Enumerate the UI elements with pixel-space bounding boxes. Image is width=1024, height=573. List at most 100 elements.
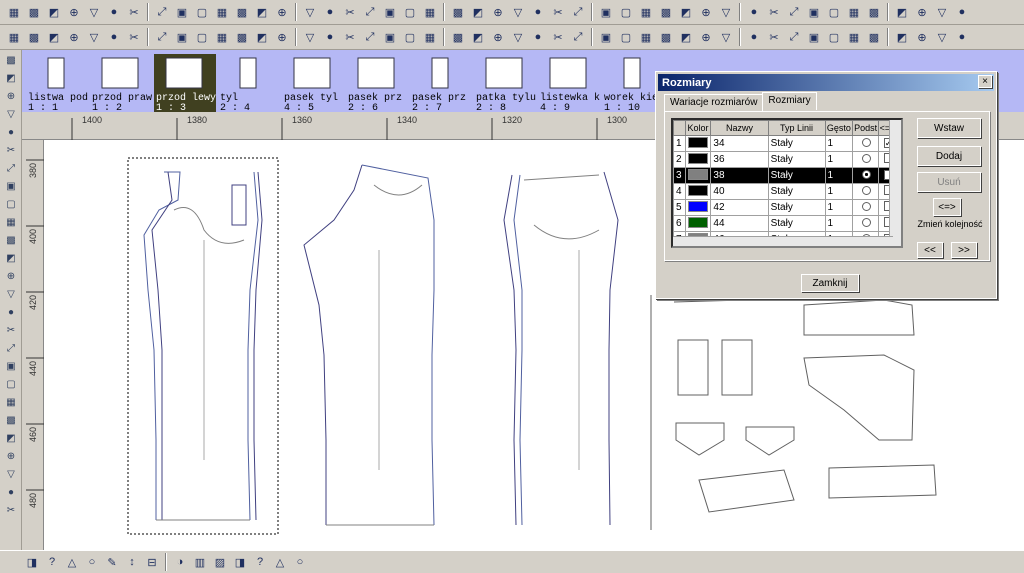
main-tool-39-icon[interactable]: ▣	[805, 3, 823, 21]
view-tool-11-icon[interactable]: ▦	[213, 28, 231, 46]
view-tool-5-icon[interactable]: ▽	[85, 28, 103, 46]
table-row[interactable]: 6 44 Stały 1	[673, 215, 897, 232]
view-tool-3-icon[interactable]: ◩	[45, 28, 63, 46]
bottom-tool-10-icon[interactable]: ▨	[211, 553, 229, 571]
pattern-piece-thumb[interactable]: tyl 2 : 4	[218, 54, 280, 112]
row-line-type[interactable]: Stały	[767, 183, 826, 200]
main-tool-23-icon[interactable]: ◩	[469, 3, 487, 21]
row-color-swatch[interactable]	[684, 135, 712, 152]
row-name[interactable]: 34	[710, 135, 769, 152]
tab-sizes[interactable]: Rozmiary	[762, 92, 817, 110]
main-tool-31-icon[interactable]: ▦	[637, 3, 655, 21]
row-name[interactable]: 44	[710, 215, 769, 232]
left-tool-18-icon[interactable]: ▣	[2, 358, 20, 374]
view-tool-20-icon[interactable]: ▢	[401, 28, 419, 46]
pattern-piece-thumb[interactable]: listewka k4 : 9	[538, 54, 600, 112]
left-tool-1-icon[interactable]: ▩	[2, 52, 20, 68]
row-color-swatch[interactable]	[684, 199, 712, 216]
main-tool-29-icon[interactable]: ▣	[597, 3, 615, 21]
left-tool-14-icon[interactable]: ▽	[2, 286, 20, 302]
left-tool-15-icon[interactable]: ●	[2, 304, 20, 320]
row-base-radio[interactable]	[852, 135, 880, 152]
view-tool-13-icon[interactable]: ◩	[253, 28, 271, 46]
left-tool-20-icon[interactable]: ▦	[2, 394, 20, 410]
view-tool-28-icon[interactable]: ⤢	[569, 28, 587, 46]
main-tool-21-icon[interactable]: ▦	[421, 3, 439, 21]
row-line-type[interactable]: Stały	[767, 167, 826, 184]
remove-button[interactable]: Usuń	[917, 172, 981, 192]
table-row[interactable]: 2 36 Stały 1	[673, 151, 897, 168]
main-tool-1-icon[interactable]: ▦	[5, 3, 23, 21]
close-button[interactable]: Zamknij	[801, 274, 859, 292]
row-name[interactable]: 40	[710, 183, 769, 200]
bottom-tool-4-icon[interactable]: ○	[83, 553, 101, 571]
main-tool-8-icon[interactable]: ⤢	[153, 3, 171, 21]
left-tool-12-icon[interactable]: ◩	[2, 250, 20, 266]
left-tool-19-icon[interactable]: ▢	[2, 376, 20, 392]
main-tool-46-icon[interactable]: ●	[953, 3, 971, 21]
grid-vertical-scrollbar[interactable]	[889, 120, 901, 246]
main-tool-24-icon[interactable]: ⊕	[489, 3, 507, 21]
bottom-tool-13-icon[interactable]: △	[271, 553, 289, 571]
view-tool-35-icon[interactable]: ▽	[717, 28, 735, 46]
left-tool-23-icon[interactable]: ⊕	[2, 448, 20, 464]
pattern-piece-thumb[interactable]: pasek prz 2 : 7	[410, 54, 472, 112]
view-tool-37-icon[interactable]: ✂	[765, 28, 783, 46]
view-tool-36-icon[interactable]: ●	[745, 28, 763, 46]
bottom-tool-1-icon[interactable]: ◨	[23, 553, 41, 571]
bottom-tool-7-icon[interactable]: ⊟	[143, 553, 161, 571]
row-density[interactable]: 1	[824, 151, 854, 168]
row-color-swatch[interactable]	[684, 167, 712, 184]
view-tool-21-icon[interactable]: ▦	[421, 28, 439, 46]
view-tool-40-icon[interactable]: ▢	[825, 28, 843, 46]
view-tool-26-icon[interactable]: ●	[529, 28, 547, 46]
table-row[interactable]: 338Stały1✓	[673, 167, 897, 184]
view-tool-22-icon[interactable]: ▩	[449, 28, 467, 46]
main-tool-41-icon[interactable]: ▦	[845, 3, 863, 21]
view-tool-25-icon[interactable]: ▽	[509, 28, 527, 46]
view-tool-6-icon[interactable]: ●	[105, 28, 123, 46]
left-tool-4-icon[interactable]: ▽	[2, 106, 20, 122]
main-tool-25-icon[interactable]: ▽	[509, 3, 527, 21]
view-tool-43-icon[interactable]: ◩	[893, 28, 911, 46]
main-tool-35-icon[interactable]: ▽	[717, 3, 735, 21]
bottom-tool-5-icon[interactable]: ✎	[103, 553, 121, 571]
main-tool-9-icon[interactable]: ▣	[173, 3, 191, 21]
bottom-tool-12-icon[interactable]: ?	[251, 553, 269, 571]
view-tool-19-icon[interactable]: ▣	[381, 28, 399, 46]
left-tool-25-icon[interactable]: ●	[2, 484, 20, 500]
left-tool-13-icon[interactable]: ⊕	[2, 268, 20, 284]
bottom-tool-14-icon[interactable]: ○	[291, 553, 309, 571]
view-tool-46-icon[interactable]: ●	[953, 28, 971, 46]
bottom-tool-8-icon[interactable]: ◑	[171, 553, 189, 571]
view-tool-15-icon[interactable]: ▽	[301, 28, 319, 46]
row-name[interactable]: 42	[710, 199, 769, 216]
view-tool-30-icon[interactable]: ▢	[617, 28, 635, 46]
main-tool-37-icon[interactable]: ✂	[765, 3, 783, 21]
left-tool-10-icon[interactable]: ▦	[2, 214, 20, 230]
row-density[interactable]: 1	[824, 183, 854, 200]
view-tool-42-icon[interactable]: ▩	[865, 28, 883, 46]
view-tool-2-icon[interactable]: ▩	[25, 28, 43, 46]
close-icon[interactable]: ×	[978, 75, 992, 88]
bottom-tool-3-icon[interactable]: △	[63, 553, 81, 571]
bottom-tool-6-icon[interactable]: ↕	[123, 553, 141, 571]
main-tool-2-icon[interactable]: ▩	[25, 3, 43, 21]
left-tool-8-icon[interactable]: ▣	[2, 178, 20, 194]
main-tool-12-icon[interactable]: ▩	[233, 3, 251, 21]
insert-button[interactable]: Wstaw	[917, 118, 981, 138]
main-tool-15-icon[interactable]: ▽	[301, 3, 319, 21]
row-base-radio[interactable]	[852, 183, 880, 200]
view-tool-23-icon[interactable]: ◩	[469, 28, 487, 46]
main-tool-10-icon[interactable]: ▢	[193, 3, 211, 21]
view-tool-4-icon[interactable]: ⊕	[65, 28, 83, 46]
bottom-tool-9-icon[interactable]: ▥	[191, 553, 209, 571]
left-tool-7-icon[interactable]: ⤢	[2, 160, 20, 176]
next-button[interactable]: >>	[951, 242, 977, 258]
main-tool-6-icon[interactable]: ●	[105, 3, 123, 21]
pattern-piece-thumb[interactable]: pasek tyl 4 : 5	[282, 54, 344, 112]
view-tool-8-icon[interactable]: ⤢	[153, 28, 171, 46]
main-tool-5-icon[interactable]: ▽	[85, 3, 103, 21]
left-tool-11-icon[interactable]: ▩	[2, 232, 20, 248]
left-tool-22-icon[interactable]: ◩	[2, 430, 20, 446]
